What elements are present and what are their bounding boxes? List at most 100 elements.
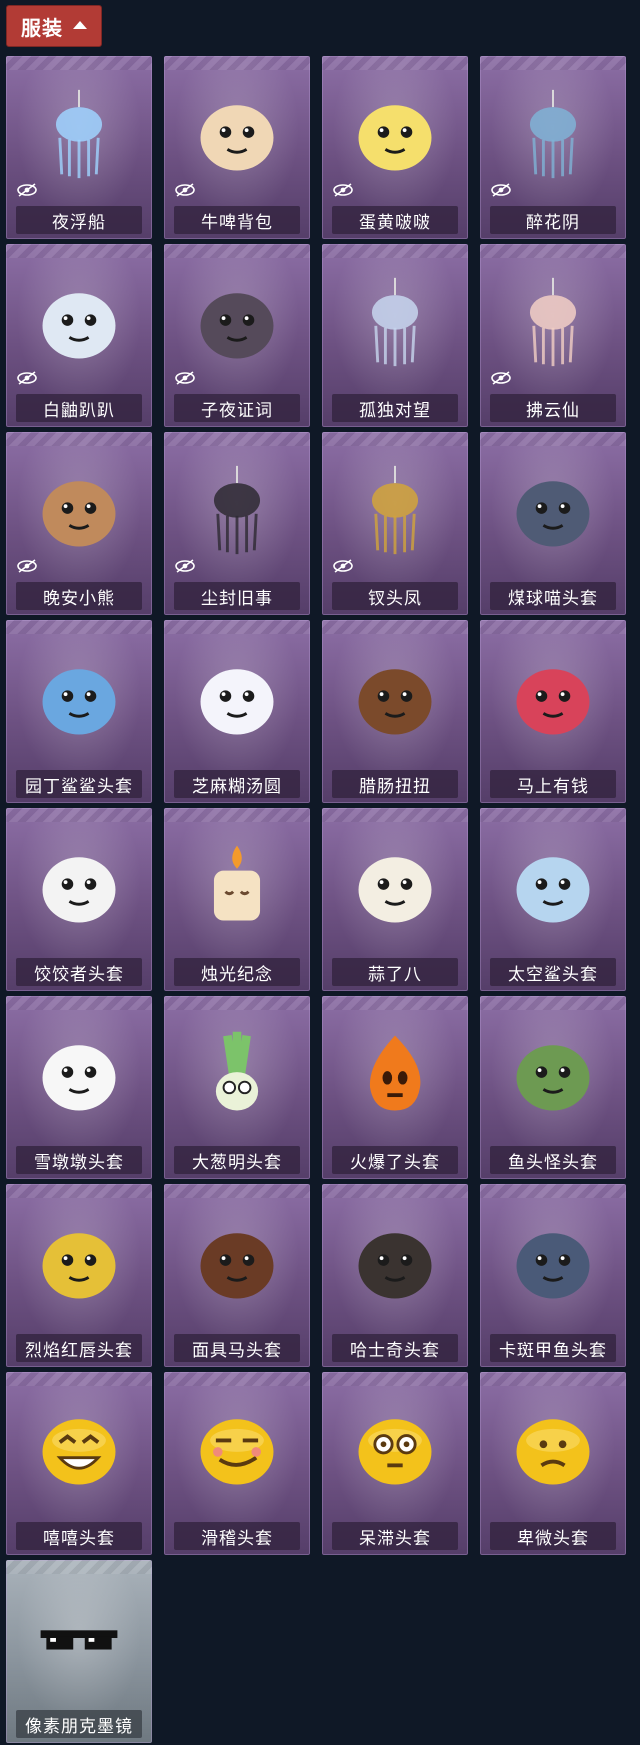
item-name: 滑稽头套 [174, 1522, 300, 1550]
item-name: 蛋黄啵啵 [332, 206, 458, 234]
item-name: 芝麻糊汤圆 [174, 770, 300, 798]
hidden-eye-icon[interactable] [16, 559, 38, 573]
item-card[interactable]: 滑稽头套 [164, 1372, 310, 1555]
shark-icon [480, 824, 626, 948]
item-card[interactable]: 子夜证词 [164, 244, 310, 427]
garlic-icon [322, 824, 468, 948]
fairy-icon [480, 260, 626, 384]
item-name: 孤独对望 [332, 394, 458, 422]
fire-icon [322, 1012, 468, 1136]
hidden-eye-icon[interactable] [332, 559, 354, 573]
item-card[interactable]: 雪墩墩头套 [6, 996, 152, 1179]
item-card[interactable]: 晚安小熊 [6, 432, 152, 615]
item-name: 呆滞头套 [332, 1522, 458, 1550]
horse-icon [164, 1200, 310, 1324]
item-name: 园丁鲨鲨头套 [16, 770, 142, 798]
item-name: 烈焰红唇头套 [16, 1334, 142, 1362]
item-name: 牛啤背包 [174, 206, 300, 234]
item-card[interactable]: 卡斑甲鱼头套 [480, 1184, 626, 1367]
jellyfish-icon [6, 72, 152, 196]
hidden-eye-icon[interactable] [174, 559, 196, 573]
item-card[interactable]: 孤独对望 [322, 244, 468, 427]
item-name: 醉花阴 [490, 206, 616, 234]
dog-icon [322, 636, 468, 760]
item-card[interactable]: 园丁鲨鲨头套 [6, 620, 152, 803]
item-card[interactable]: 火爆了头套 [322, 996, 468, 1179]
item-card[interactable]: 嘻嘻头套 [6, 1372, 152, 1555]
item-card[interactable]: 像素朋克墨镜 [6, 1560, 152, 1743]
hidden-eye-icon[interactable] [174, 371, 196, 385]
item-name: 马上有钱 [490, 770, 616, 798]
item-card[interactable]: 鱼头怪头套 [480, 996, 626, 1179]
item-card[interactable]: 煤球喵头套 [480, 432, 626, 615]
item-name: 太空鲨头套 [490, 958, 616, 986]
category-tab-costume[interactable]: 服装 [6, 5, 102, 47]
phoenix-crown-icon [322, 448, 468, 572]
item-name: 饺饺者头套 [16, 958, 142, 986]
item-card[interactable]: 蛋黄啵啵 [322, 56, 468, 239]
item-name: 子夜证词 [174, 394, 300, 422]
hidden-eye-icon[interactable] [16, 371, 38, 385]
horse-red-icon [480, 636, 626, 760]
item-card[interactable]: 卑微头套 [480, 1372, 626, 1555]
item-name: 鱼头怪头套 [490, 1146, 616, 1174]
item-card[interactable]: 醉花阴 [480, 56, 626, 239]
item-name: 钗头凤 [332, 582, 458, 610]
item-name: 像素朋克墨镜 [16, 1710, 142, 1738]
candle-icon [164, 824, 310, 948]
item-card[interactable]: 夜浮船 [6, 56, 152, 239]
item-name: 哈士奇头套 [332, 1334, 458, 1362]
item-card[interactable]: 呆滞头套 [322, 1372, 468, 1555]
item-card[interactable]: 钗头凤 [322, 432, 468, 615]
item-card[interactable]: 烈焰红唇头套 [6, 1184, 152, 1367]
item-card[interactable]: 蒜了八 [322, 808, 468, 991]
item-card[interactable]: 面具马头套 [164, 1184, 310, 1367]
emoji-stare-icon [322, 1388, 468, 1512]
chick-egg-icon [322, 72, 468, 196]
item-card[interactable]: 牛啤背包 [164, 56, 310, 239]
item-card[interactable]: 白鼬趴趴 [6, 244, 152, 427]
doll-dark-icon [164, 448, 310, 572]
item-card[interactable]: 尘封旧事 [164, 432, 310, 615]
item-card[interactable]: 大葱明头套 [164, 996, 310, 1179]
emoji-meek-icon [480, 1388, 626, 1512]
item-card[interactable]: 饺饺者头套 [6, 808, 152, 991]
scallion-icon [164, 1012, 310, 1136]
item-name: 蒜了八 [332, 958, 458, 986]
hidden-eye-icon[interactable] [16, 183, 38, 197]
hidden-eye-icon[interactable] [490, 371, 512, 385]
hidden-eye-icon[interactable] [332, 183, 354, 197]
item-name: 烛光纪念 [174, 958, 300, 986]
husky-icon [322, 1200, 468, 1324]
item-name: 火爆了头套 [332, 1146, 458, 1174]
bear-icon [6, 448, 152, 572]
item-name: 拂云仙 [490, 394, 616, 422]
item-name: 雪墩墩头套 [16, 1146, 142, 1174]
category-tab-label: 服装 [21, 15, 63, 40]
ferret-icon [6, 260, 152, 384]
cloud-icon [6, 824, 152, 948]
snowman-icon [6, 1012, 152, 1136]
chevron-up-icon [73, 21, 87, 29]
pixel-glasses-icon [6, 1576, 152, 1700]
hidden-eye-icon[interactable] [174, 183, 196, 197]
cow-barrel-icon [164, 72, 310, 196]
item-card[interactable]: 哈士奇头套 [322, 1184, 468, 1367]
item-card[interactable]: 马上有钱 [480, 620, 626, 803]
owl-icon [164, 260, 310, 384]
ornament-icon [480, 72, 626, 196]
item-name: 白鼬趴趴 [16, 394, 142, 422]
item-card[interactable]: 芝麻糊汤圆 [164, 620, 310, 803]
item-card[interactable]: 腊肠扭扭 [322, 620, 468, 803]
item-name: 面具马头套 [174, 1334, 300, 1362]
hidden-eye-icon[interactable] [490, 183, 512, 197]
shark-bee-icon [6, 636, 152, 760]
item-grid: 夜浮船 牛啤背包 蛋黄啵啵 醉花阴白鼬趴趴 子夜证词 孤独对望 拂云仙晚安小熊 尘封旧事 钗头凤… [6, 56, 626, 1743]
item-name: 卡斑甲鱼头套 [490, 1334, 616, 1362]
item-name: 晚安小熊 [16, 582, 142, 610]
item-name: 大葱明头套 [174, 1146, 300, 1174]
item-name: 腊肠扭扭 [332, 770, 458, 798]
item-card[interactable]: 拂云仙 [480, 244, 626, 427]
item-card[interactable]: 太空鲨头套 [480, 808, 626, 991]
item-card[interactable]: 烛光纪念 [164, 808, 310, 991]
